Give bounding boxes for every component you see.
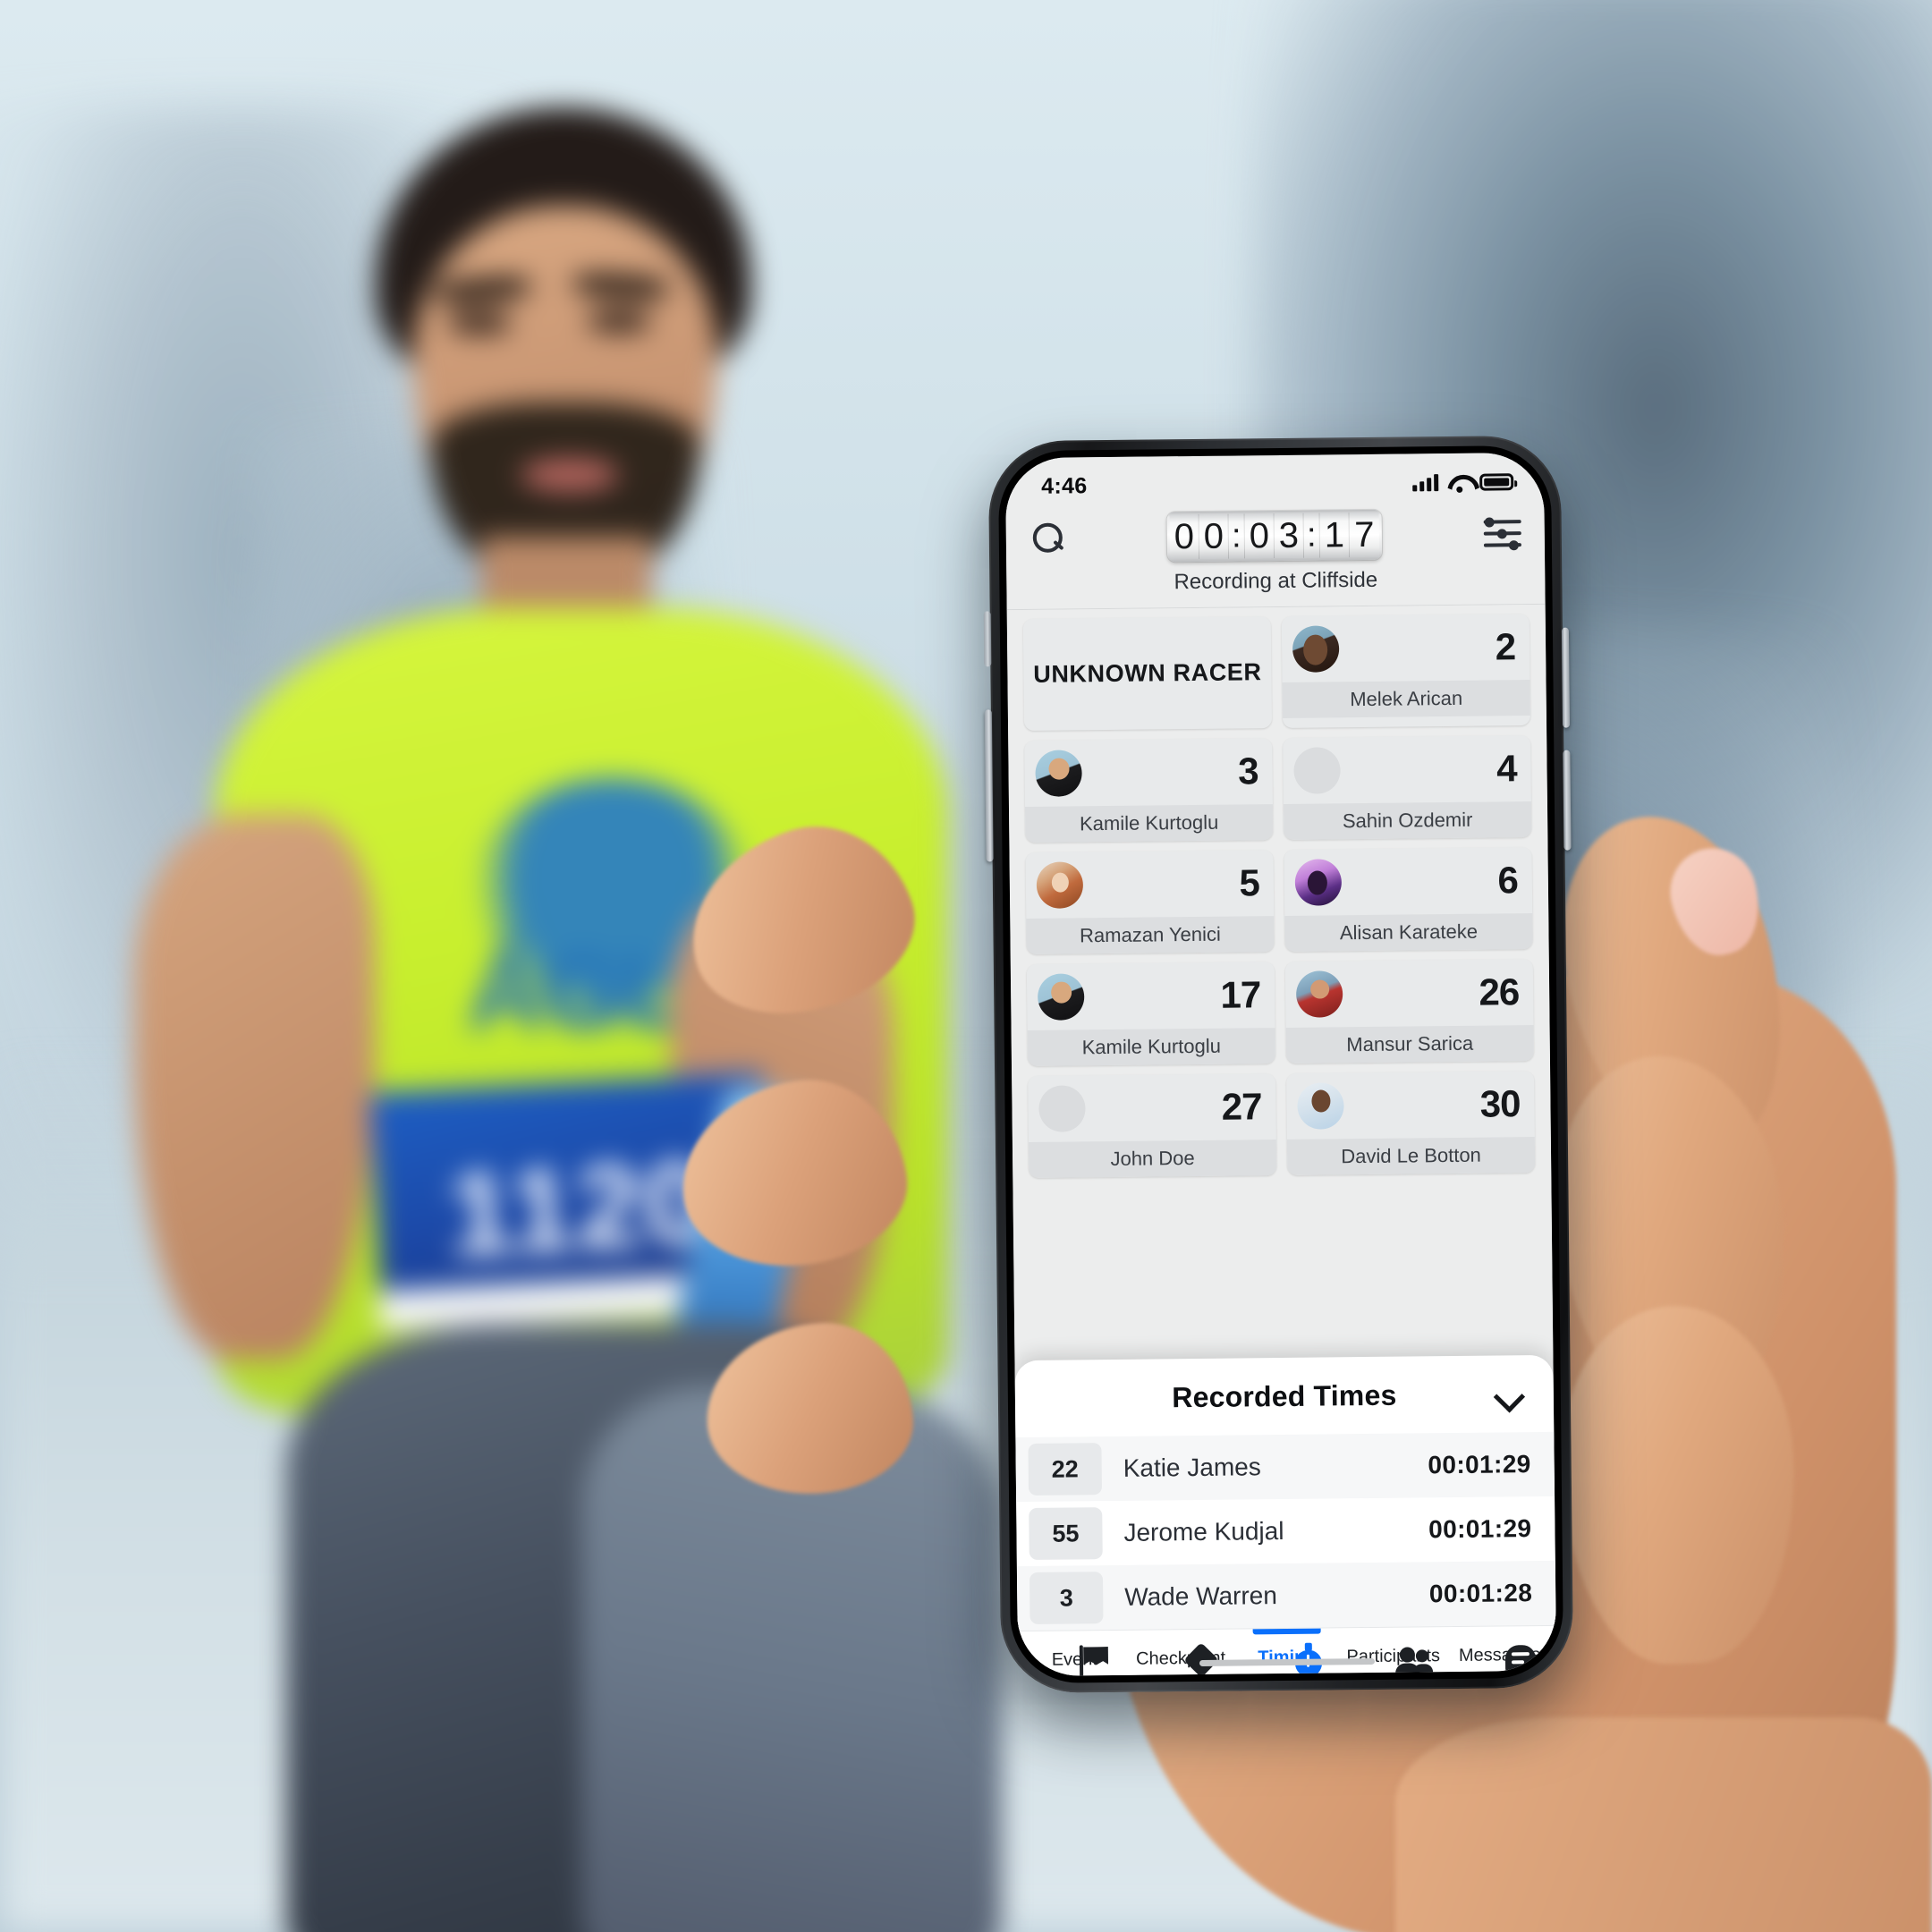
phone-device: 4:46 0 0 : 0 3 : 1 7 Recording at Cliffs… (983, 435, 1574, 1694)
recorded-times-list: 22 Katie James 00:01:29 55 Jerome Kudjal 00:0… (1015, 1431, 1556, 1631)
racer-card[interactable]: 5 Ramazan Yenici (1025, 850, 1275, 954)
avatar (1036, 861, 1084, 909)
cellular-signal-icon (1412, 473, 1439, 491)
mute-switch[interactable] (983, 611, 992, 667)
racer-name: Alisan Karateke (1284, 913, 1533, 952)
racer-name: Kamile Kurtoglu (1027, 1028, 1275, 1066)
racer-card[interactable]: 17 Kamile Kurtoglu (1026, 962, 1275, 1066)
avatar (1038, 1085, 1086, 1132)
app-header: 0 0 : 0 3 : 1 7 Recording at Cliffside (1005, 504, 1546, 611)
racer-name: Mansur Sarica (1285, 1025, 1534, 1063)
racer-bib-number: 5 (1239, 861, 1260, 904)
racer-bib-number: 17 (1220, 973, 1261, 1016)
phone-screen: 4:46 0 0 : 0 3 : 1 7 Recording at Cliffs… (1004, 452, 1557, 1677)
recorded-time-value: 00:01:29 (1428, 1514, 1532, 1544)
table-row[interactable]: 22 Katie James 00:01:29 (1015, 1431, 1555, 1503)
recorded-participant-name: Katie James (1123, 1453, 1261, 1482)
race-timer-display: 0 0 : 0 3 : 1 7 (1166, 509, 1383, 563)
racer-name: Kamile Kurtoglu (1024, 804, 1274, 843)
racer-name: Sahin Ozdemir (1283, 801, 1532, 840)
recorded-bib-number: 3 (1029, 1572, 1104, 1624)
wifi-icon (1447, 473, 1470, 490)
recorded-participant-name: Jerome Kudjal (1123, 1516, 1284, 1546)
recorded-times-panel: Recorded Times 22 Katie James 00:01:29 55 Je… (1014, 1354, 1556, 1631)
recorded-times-header[interactable]: Recorded Times (1014, 1355, 1554, 1437)
timer-separator: : (1228, 513, 1246, 559)
timer-digit: 7 (1349, 512, 1380, 558)
racer-card[interactable]: 26 Mansur Sarica (1284, 959, 1534, 1063)
racer-bib-number: 3 (1237, 750, 1258, 792)
avatar (1292, 625, 1340, 673)
recorded-times-title: Recorded Times (1172, 1378, 1397, 1413)
racer-bib-number: 2 (1495, 625, 1516, 668)
recorded-bib-number: 55 (1029, 1507, 1103, 1560)
bottom-tab-bar: Event Checkpoint Timing Participants Message… (1017, 1624, 1557, 1677)
racer-bib-number: 6 (1497, 859, 1519, 902)
unknown-racer-label: UNKNOWN RACER (1033, 658, 1262, 688)
racer-grid-container[interactable]: UNKNOWN RACER 2 Melek Arican 3 Kamile Kurtog… (1006, 604, 1556, 1631)
timer-separator: : (1303, 513, 1321, 558)
avatar (1035, 750, 1082, 797)
racer-name: David Le Botton (1286, 1137, 1536, 1175)
power-button[interactable] (984, 709, 994, 862)
timer-digit: 1 (1319, 513, 1351, 558)
timer-digit: 0 (1169, 513, 1200, 560)
timer-digit: 0 (1199, 513, 1230, 559)
racer-card[interactable]: 3 Kamile Kurtoglu (1024, 738, 1274, 843)
volume-up-button[interactable] (1561, 627, 1571, 728)
timer-digit: 3 (1274, 513, 1305, 559)
recorded-participant-name: Wade Warren (1124, 1581, 1278, 1611)
racer-bib-number: 26 (1479, 970, 1520, 1013)
recording-status-text: Recording at Cliffside (1174, 567, 1378, 595)
chevron-down-icon[interactable] (1496, 1382, 1523, 1409)
search-icon[interactable] (1030, 520, 1065, 555)
racer-card[interactable]: 6 Alisan Karateke (1284, 847, 1533, 952)
status-bar: 4:46 (1004, 452, 1545, 511)
racer-name: John Doe (1028, 1140, 1277, 1178)
racer-bib-number: 30 (1479, 1082, 1521, 1125)
tab-messages[interactable]: Messages (1446, 1626, 1553, 1673)
recorded-time-value: 00:01:29 (1428, 1450, 1531, 1479)
volume-down-button[interactable] (1563, 750, 1572, 851)
racer-card[interactable]: 2 Melek Arican (1281, 614, 1531, 728)
avatar (1297, 1082, 1344, 1130)
battery-icon (1479, 472, 1514, 491)
racer-bib-number: 4 (1496, 747, 1517, 790)
avatar (1037, 973, 1085, 1021)
avatar (1295, 970, 1343, 1018)
table-row[interactable]: 55 Jerome Kudjal 00:01:29 (1016, 1496, 1555, 1566)
racer-card[interactable]: 30 David Le Botton (1286, 1071, 1536, 1175)
status-bar-time: 4:46 (1041, 472, 1088, 499)
racer-grid: UNKNOWN RACER 2 Melek Arican 3 Kamile Kurtog… (1022, 614, 1536, 1178)
recorded-time-value: 00:01:28 (1428, 1579, 1533, 1608)
racer-name: Melek Arican (1282, 680, 1530, 718)
recorded-bib-number: 22 (1028, 1443, 1103, 1496)
racer-name: Ramazan Yenici (1026, 916, 1275, 954)
racer-card[interactable]: 27 John Doe (1028, 1073, 1277, 1178)
tab-event[interactable]: Event (1021, 1631, 1128, 1677)
avatar (1293, 747, 1341, 794)
filter-sliders-icon[interactable] (1483, 516, 1521, 551)
racer-bib-number: 27 (1221, 1085, 1262, 1128)
unknown-racer-card[interactable]: UNKNOWN RACER (1022, 616, 1273, 731)
avatar (1294, 859, 1343, 906)
racer-card[interactable]: 4 Sahin Ozdemir (1283, 735, 1532, 840)
table-row[interactable]: 3 Wade Warren 00:01:28 (1016, 1560, 1556, 1631)
timer-digit: 0 (1244, 513, 1275, 559)
